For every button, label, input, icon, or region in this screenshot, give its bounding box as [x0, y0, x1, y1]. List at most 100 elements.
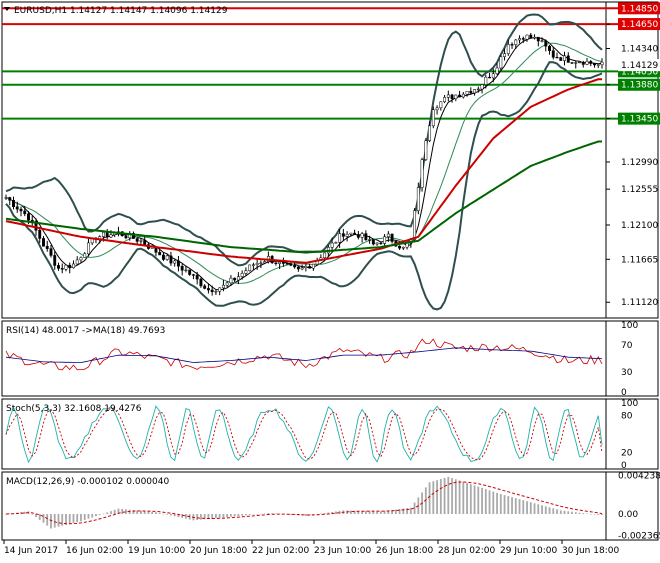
candle-body [360, 233, 364, 238]
macd-histogram-bar [559, 510, 562, 515]
price-tick-label: 1.11120 [621, 298, 658, 308]
candle-body [124, 235, 128, 239]
ma-red [5, 78, 602, 264]
macd-histogram-bar [574, 512, 577, 515]
time-tick-label: 26 Jun 18:00 [376, 546, 433, 556]
macd-histogram-bar [548, 507, 551, 515]
candle-body [338, 233, 342, 243]
macd-histogram-bar [162, 513, 165, 515]
candle-body [23, 210, 27, 215]
macd-histogram-bar [469, 484, 472, 515]
macd-tick-label: 0.004238 [618, 472, 660, 482]
macd-histogram-bar [80, 514, 82, 522]
macd-histogram-bar [571, 511, 573, 515]
candle-body [578, 61, 581, 64]
candle-body [416, 187, 420, 211]
macd-histogram-bar [578, 512, 581, 515]
rsi-ma-line [5, 347, 602, 363]
macd-histogram-bar [110, 511, 112, 515]
macd-histogram-bar [274, 513, 277, 515]
macd-histogram-bar [436, 480, 438, 515]
time-tick-label: 20 Jun 18:00 [190, 546, 247, 556]
candle-body [27, 213, 30, 221]
macd-histogram-bar [222, 514, 225, 518]
macd-histogram-bar [158, 513, 161, 515]
candle-body [195, 274, 199, 280]
candle-body [465, 91, 469, 95]
level-tag-label: 1.14850 [621, 4, 658, 14]
stoch-title: Stoch(5,3,3) 32.1608 19.4276 [6, 404, 142, 414]
candle-body [596, 64, 600, 66]
macd-histogram-bar [50, 514, 52, 529]
candle-body [458, 94, 462, 98]
candle-body [364, 233, 368, 241]
candle-body [233, 277, 237, 281]
macd-histogram-bar [147, 511, 150, 515]
candle-body [454, 94, 458, 99]
macd-histogram-bar [488, 490, 491, 515]
stoch-signal-line [5, 407, 603, 461]
candle-body [566, 55, 570, 63]
candle-body [574, 62, 578, 64]
macd-histogram-bar [226, 514, 229, 518]
price-tick-label: 1.12990 [621, 158, 658, 168]
macd-histogram-bar [196, 514, 199, 520]
macd-histogram-bar [256, 514, 259, 515]
candle-body [57, 265, 60, 269]
macd-histogram-bar [244, 514, 247, 516]
time-tick-label: 19 Jun 10:00 [128, 546, 185, 556]
macd-histogram-bar [98, 514, 101, 515]
candle-body [53, 255, 57, 266]
candle-body [353, 232, 357, 235]
candle-body [420, 159, 424, 188]
macd-histogram-bar [23, 511, 26, 515]
macd-histogram-bar [319, 513, 322, 515]
macd-histogram-bar [462, 481, 465, 515]
candle-body [79, 257, 83, 261]
macd-histogram-bar [349, 510, 352, 515]
macd-histogram-bar [334, 511, 337, 515]
macd-histogram-bar [76, 514, 79, 523]
macd-tick-label: -0.002365 [618, 531, 660, 541]
macd-histogram-bar [237, 514, 240, 517]
macd-histogram-bar [241, 514, 244, 516]
rsi-line [5, 338, 603, 371]
candle-body [161, 254, 165, 260]
macd-histogram-bar [38, 514, 41, 520]
time-tick-label: 16 Jun 02:00 [66, 546, 123, 556]
candle-body [210, 289, 214, 292]
candle-body [102, 232, 105, 237]
candle-body [221, 284, 225, 289]
price-tick-label: 1.14340 [621, 44, 658, 54]
macd-histogram-bar [166, 514, 169, 515]
macd-histogram-bar [95, 514, 97, 517]
candle-body [514, 39, 518, 45]
candle-body [236, 276, 240, 281]
macd-title: MACD(12,26,9) -0.000102 0.000040 [6, 477, 169, 487]
candle-body [308, 266, 312, 269]
macd-histogram-bar [541, 505, 543, 515]
candle-body [375, 242, 379, 245]
macd-histogram-bar [439, 479, 442, 515]
candle-body [435, 107, 439, 111]
candle-body [8, 197, 12, 201]
candle-body [285, 263, 289, 265]
time-tick-label: 30 Jun 18:00 [562, 546, 619, 556]
candle-body [38, 230, 42, 239]
chart-canvas[interactable]: 1.11120 1.11665 1.12100 1.12555 1.12990 1.134… [0, 0, 660, 560]
candle-body [529, 34, 533, 39]
candle-body [218, 287, 222, 292]
candle-body [499, 56, 503, 69]
forex-chart: 1.11120 1.11665 1.12100 1.12555 1.12990 1.134… [0, 0, 660, 560]
macd-histogram-bar [466, 482, 468, 515]
candle-body [60, 268, 64, 270]
candle-body [203, 285, 207, 289]
macd-histogram-bar [170, 514, 172, 516]
macd-histogram-bar [552, 508, 555, 515]
candle-body [139, 240, 143, 242]
candle-body [461, 93, 465, 98]
candle-body [431, 109, 435, 127]
candle-body [480, 84, 484, 90]
candle-body [401, 246, 405, 249]
candle-body [484, 76, 488, 85]
